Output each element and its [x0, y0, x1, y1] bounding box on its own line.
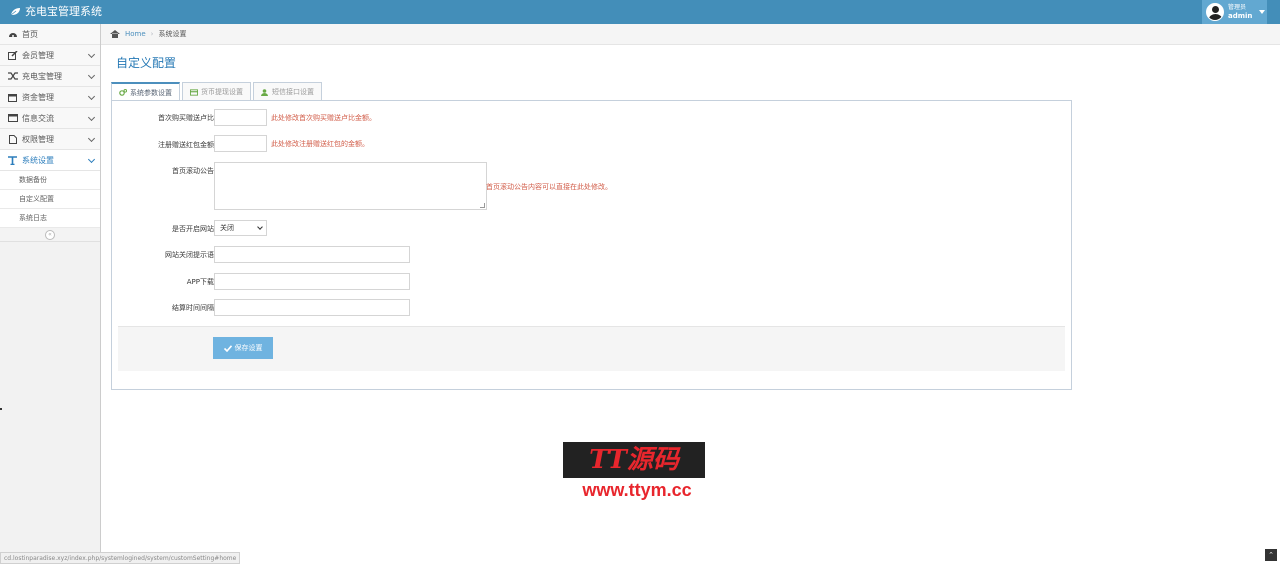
chevron-down-icon: [87, 155, 96, 164]
scroll-top-button[interactable]: ⌃: [1265, 549, 1277, 561]
settle-interval-label: 结算时间间隔: [172, 304, 214, 312]
announcement-label: 首页滚动公告: [172, 167, 214, 175]
sidebar-item-members[interactable]: 会员管理: [0, 45, 100, 66]
divider: [0, 408, 2, 410]
edit-icon: [7, 50, 18, 60]
chevron-down-icon: [87, 50, 96, 59]
caret-down-icon: [1259, 10, 1266, 14]
watermark-url: www.ttym.cc: [582, 480, 692, 500]
purchase-ratio-label: 首次购买赠送卢比: [158, 114, 214, 122]
home-icon: [110, 30, 120, 38]
sidebar-item-funds[interactable]: 资金管理: [0, 87, 100, 108]
settings-tabs: 系统参数设置 货币提现设置 短信接口设置: [111, 82, 324, 101]
chevron-down-icon: [87, 92, 96, 101]
top-navbar: 充电宝管理系统 管理员 admin: [0, 0, 1280, 24]
dashboard-icon: [7, 30, 18, 39]
chevron-down-icon: [87, 134, 96, 143]
resize-grip-icon[interactable]: [480, 203, 485, 208]
settings-form-panel: 首次购买赠送卢比 此处修改首次购买赠送卢比金额。 注册赠送红包金额 此处修改注册…: [111, 100, 1072, 390]
avatar: [1206, 3, 1224, 21]
register-bonus-label: 注册赠送红包金额: [158, 141, 214, 149]
watermark-logo: TT源码: [563, 442, 705, 478]
credit-card-icon: [190, 88, 198, 96]
user-name: admin: [1228, 12, 1253, 20]
double-left-arrow-icon[interactable]: «: [45, 230, 55, 240]
close-message-label: 网站关闭提示语: [165, 251, 214, 259]
announcement-hint: 首页滚动公告内容可以直接在此处修改。: [486, 183, 612, 191]
text-icon: [7, 155, 18, 165]
save-button[interactable]: 保存设置: [213, 337, 273, 359]
leaf-icon: [10, 8, 20, 16]
form-actions: 保存设置: [118, 326, 1065, 371]
breadcrumb-home-link[interactable]: Home: [125, 30, 146, 38]
sidebar-collapse-bar: «: [0, 228, 100, 242]
sidebar-item-settings[interactable]: 系统设置: [0, 150, 100, 171]
calendar-icon: [7, 93, 18, 102]
random-icon: [7, 72, 18, 81]
breadcrumb: Home › 系统设置: [101, 24, 1280, 45]
cogs-icon: [119, 89, 127, 96]
purchase-ratio-hint: 此处修改首次购买赠送卢比金额。: [271, 114, 376, 122]
sidebar-subitem-backup[interactable]: 数据备份: [0, 171, 100, 190]
watermark-title: TT源码: [589, 445, 679, 475]
app-title: 充电宝管理系统: [25, 5, 102, 18]
tab-system-params[interactable]: 系统参数设置: [111, 82, 180, 101]
sidebar-item-home[interactable]: 首页: [0, 24, 100, 45]
status-url: cd.lostinparadise.xyz/index.php/systemlo…: [0, 552, 241, 564]
sidebar-subitem-custom-config[interactable]: 自定义配置: [0, 190, 100, 209]
app-download-label: APP下载: [186, 278, 214, 286]
file-icon: [7, 134, 18, 144]
tab-sms-settings[interactable]: 短信接口设置: [253, 82, 322, 101]
sidebar-item-permissions[interactable]: 权限管理: [0, 129, 100, 150]
register-bonus-input[interactable]: [214, 135, 267, 152]
page-title: 自定义配置: [116, 56, 177, 70]
announcement-textarea[interactable]: [214, 162, 487, 210]
chevron-down-icon: [257, 224, 263, 230]
sidebar-subitem-system-log[interactable]: 系统日志: [0, 209, 100, 228]
user-role: 管理员: [1228, 4, 1247, 11]
sidebar-item-messages[interactable]: 信息交流: [0, 108, 100, 129]
list-icon: [7, 114, 18, 123]
site-open-select[interactable]: 关闭: [214, 220, 267, 236]
app-download-input[interactable]: [214, 273, 410, 290]
sidebar: 首页 会员管理 充电宝管理 资金管理 信息交流 权限管理 系统设置 数据备份 自…: [0, 24, 101, 564]
app-brand[interactable]: 充电宝管理系统: [10, 0, 102, 24]
purchase-ratio-input[interactable]: [214, 109, 267, 126]
check-icon: [223, 344, 232, 352]
site-open-label: 是否开启网站: [172, 225, 214, 233]
double-up-arrow-icon: ⌃: [1268, 551, 1274, 559]
sidebar-item-powerbank[interactable]: 充电宝管理: [0, 66, 100, 87]
close-message-input[interactable]: [214, 246, 410, 263]
breadcrumb-current: 系统设置: [158, 30, 187, 38]
chevron-down-icon: [87, 113, 96, 122]
user-icon: [261, 88, 269, 96]
user-menu[interactable]: 管理员 admin: [1202, 0, 1267, 24]
chevron-right-icon: ›: [150, 30, 154, 38]
register-bonus-hint: 此处修改注册赠送红包的金额。: [271, 140, 369, 148]
settle-interval-input[interactable]: [214, 299, 410, 316]
tab-withdraw-settings[interactable]: 货币提现设置: [182, 82, 251, 101]
chevron-down-icon: [87, 71, 96, 80]
